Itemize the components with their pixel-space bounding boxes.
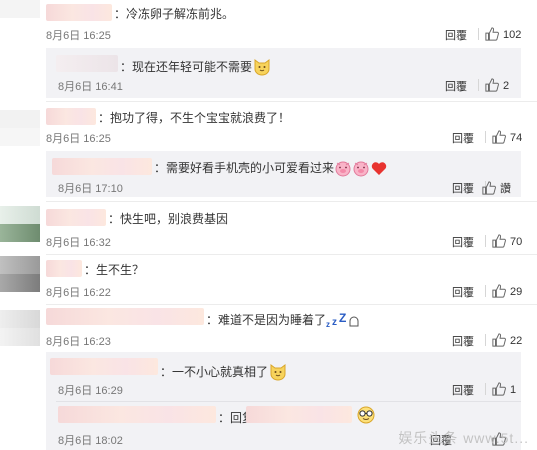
timestamp: 8月6日 16:22 bbox=[46, 287, 111, 299]
thumbs-up-icon bbox=[492, 234, 506, 248]
comment-text: ：生不生？ bbox=[84, 263, 145, 277]
reply-button[interactable]: 回覆 bbox=[452, 382, 474, 398]
avatar[interactable] bbox=[0, 256, 40, 274]
comment-text: ：一不小心就真相了 bbox=[160, 361, 288, 381]
username[interactable] bbox=[56, 55, 118, 72]
sunglasses-emoji-icon bbox=[357, 406, 375, 424]
like-count: 74 bbox=[510, 132, 523, 144]
reply-button[interactable]: 回覆 bbox=[452, 333, 474, 349]
avatar[interactable] bbox=[0, 206, 40, 224]
thumbs-up-icon bbox=[482, 181, 496, 195]
timestamp: 8月6日 16:25 bbox=[46, 133, 111, 145]
svg-text:z: z bbox=[332, 317, 337, 328]
reply-button[interactable]: 回覆 bbox=[452, 234, 474, 250]
username[interactable] bbox=[50, 358, 158, 375]
username[interactable] bbox=[46, 108, 96, 125]
thumbs-up-icon bbox=[492, 382, 506, 396]
like-count: 2 bbox=[503, 80, 510, 92]
reply-button[interactable]: 回覆 bbox=[445, 27, 467, 43]
watermark: 娱乐头条 www.5t... bbox=[398, 430, 529, 446]
like-count: 70 bbox=[510, 236, 523, 248]
pig-emoji-icon bbox=[335, 161, 351, 177]
username[interactable] bbox=[46, 260, 82, 277]
like-button[interactable]: 70 bbox=[492, 234, 522, 248]
heart-icon bbox=[371, 162, 387, 175]
comment-text: ：冷冻卵子解冻前兆。 bbox=[114, 7, 235, 21]
thumbs-up-icon bbox=[492, 284, 506, 298]
username[interactable] bbox=[52, 158, 152, 175]
comment-text: ：抱功了得，不生个宝宝就浪费了！ bbox=[98, 111, 291, 125]
like-button[interactable]: 讚 bbox=[482, 180, 511, 196]
like-button[interactable]: 22 bbox=[492, 333, 522, 347]
comment-text: ：快生吧，别浪费基因 bbox=[108, 212, 229, 226]
avatar[interactable] bbox=[0, 110, 40, 128]
timestamp: 8月6日 16:29 bbox=[58, 385, 123, 397]
like-button[interactable]: 74 bbox=[492, 130, 522, 144]
like-button[interactable]: 102 bbox=[485, 27, 521, 41]
like-count: 102 bbox=[503, 29, 522, 41]
comment-text: ：需要好看手机壳的小可爱看过来 bbox=[154, 159, 388, 177]
thumbs-up-icon bbox=[492, 333, 506, 347]
like-count: 1 bbox=[510, 384, 517, 396]
reply-button[interactable]: 回覆 bbox=[452, 130, 474, 146]
username[interactable] bbox=[58, 406, 216, 423]
timestamp: 8月6日 16:41 bbox=[58, 81, 123, 93]
username[interactable] bbox=[46, 209, 106, 226]
thumbs-up-icon bbox=[485, 78, 499, 92]
thumbs-up-icon bbox=[492, 130, 506, 144]
like-count: 29 bbox=[510, 286, 523, 298]
mentioned-username[interactable] bbox=[246, 406, 352, 423]
reply-button[interactable]: 回覆 bbox=[445, 78, 467, 94]
timestamp: 8月6日 17:10 bbox=[58, 183, 123, 195]
cat-emoji-icon bbox=[254, 59, 270, 76]
timestamp: 8月6日 16:32 bbox=[46, 237, 111, 249]
pig-emoji-icon bbox=[353, 161, 369, 177]
svg-text:Z: Z bbox=[339, 313, 346, 325]
reply-button[interactable]: 回覆 bbox=[452, 284, 474, 300]
reply-button[interactable]: 回覆 bbox=[452, 180, 474, 196]
like-button[interactable]: 2 bbox=[485, 78, 509, 92]
comment-text: ：现在还年轻可能不需要 bbox=[120, 56, 272, 76]
username[interactable] bbox=[46, 308, 204, 325]
thumbs-up-icon bbox=[485, 27, 499, 41]
like-count: 22 bbox=[510, 335, 523, 347]
comment-text: ：难道不是因为睡着了 z z Z bbox=[206, 311, 362, 329]
timestamp: 8月6日 18:02 bbox=[58, 435, 123, 447]
like-button[interactable]: 1 bbox=[492, 382, 516, 396]
like-count: 讚 bbox=[500, 183, 511, 195]
timestamp: 8月6日 16:23 bbox=[46, 336, 111, 348]
avatar[interactable] bbox=[0, 0, 40, 18]
like-button[interactable]: 29 bbox=[492, 284, 522, 298]
sleep-zzz-icon: zzZ bbox=[326, 313, 359, 329]
svg-text:z: z bbox=[326, 320, 330, 329]
timestamp: 8月6日 16:25 bbox=[46, 30, 111, 42]
avatar[interactable] bbox=[0, 310, 40, 328]
cat-emoji-icon bbox=[270, 364, 286, 381]
username[interactable] bbox=[46, 4, 112, 21]
